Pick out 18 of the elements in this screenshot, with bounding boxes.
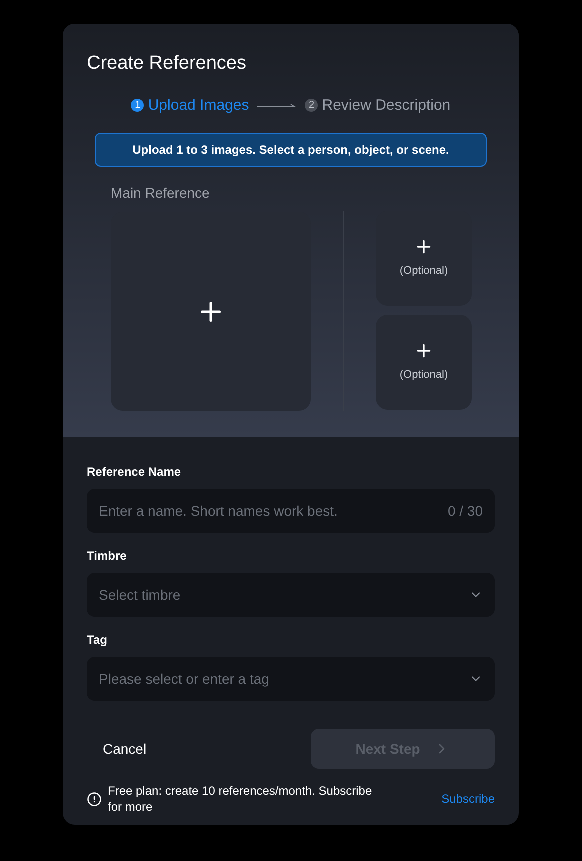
dialog-title: Create References — [87, 52, 248, 76]
field-label: Tag — [87, 632, 108, 649]
character-counter: 0 / 30 — [448, 502, 483, 520]
step-tab[interactable]: 1 Upload Images — [131, 94, 250, 117]
notice-text: Free plan: create 10 references/month. Subscribe for more — [108, 783, 374, 815]
step-tab[interactable]: 2 Review Description — [305, 94, 451, 117]
field-label: Reference Name — [87, 464, 182, 481]
cancel-button[interactable]: Cancel — [87, 729, 163, 769]
upload-slot[interactable]: (Optional) — [376, 315, 472, 410]
name-field[interactable]: Enter a name. Short names work best. 0 / 30 — [87, 489, 495, 533]
section-label: Main Reference — [111, 184, 211, 203]
text-input[interactable]: Enter a name. Short names work best. — [99, 500, 399, 522]
subscribe-link[interactable]: Subscribe — [442, 790, 495, 808]
info-banner: Upload 1 to 3 images. Select a person, object, or scene. — [95, 133, 487, 167]
info-icon — [87, 792, 102, 806]
select-field[interactable]: Select timbre — [87, 573, 495, 617]
field-label: Timbre — [87, 548, 128, 565]
select-field[interactable]: Please select or enter a tag — [87, 657, 495, 701]
